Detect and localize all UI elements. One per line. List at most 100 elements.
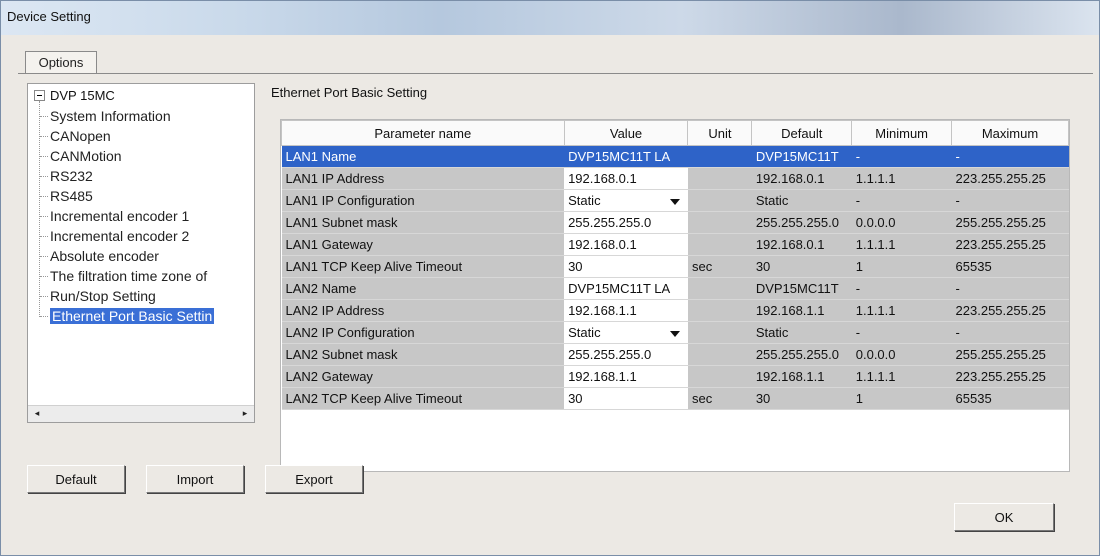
maximum-cell: 255.255.255.25 [951,211,1069,234]
tree-item[interactable]: Absolute encoder [40,248,159,265]
default-cell: 255.255.255.0 [751,343,852,366]
table-row[interactable]: LAN1 IP Address 192.168.0.1 192.168.0.1 1.1… [281,167,1069,190]
minimum-cell: - [851,145,952,168]
default-cell: 192.168.0.1 [751,233,852,256]
default-cell: Static [751,321,852,344]
parameter-table: Parameter name Value Unit Default Minimu… [280,119,1070,472]
value-cell[interactable]: Static [564,321,688,344]
tree-item[interactable]: Run/Stop Setting [40,288,156,305]
table-row[interactable]: LAN2 Subnet mask 255.255.255.0 255.255.255… [281,343,1069,366]
parameter-name-cell: LAN1 IP Configuration [281,189,565,212]
export-button[interactable]: Export [265,465,363,493]
maximum-cell: 223.255.255.25 [951,299,1069,322]
unit-cell [687,343,752,366]
tree-item[interactable]: Ethernet Port Basic Settin [40,308,215,325]
tree-item[interactable]: The filtration time zone of [40,268,207,285]
column-header-minimum[interactable]: Minimum [851,120,953,146]
table-row[interactable]: LAN2 IP Address 192.168.1.1 192.168.1.1 1.1… [281,299,1069,322]
table-row[interactable]: LAN1 TCP Keep Alive Timeout 30 sec 30 1 65535 [281,255,1069,278]
tree-item[interactable]: System Information [40,108,171,125]
maximum-cell: 65535 [951,255,1069,278]
minimum-cell: 1.1.1.1 [851,167,952,190]
tree-item-label: Incremental encoder 1 [50,208,190,224]
scroll-left-icon[interactable]: ◂ [30,407,44,420]
parameter-name-cell: LAN2 Gateway [281,365,565,388]
tree-item-label: CANopen [50,128,111,144]
parameter-name-cell: LAN1 IP Address [281,167,565,190]
default-cell: 192.168.1.1 [751,365,852,388]
table-row[interactable]: LAN2 Name DVP15MC11T LA DVP15MC11T - - [281,277,1069,300]
minimum-cell: 1.1.1.1 [851,233,952,256]
maximum-cell: 255.255.255.25 [951,343,1069,366]
scroll-right-icon[interactable]: ▸ [238,407,252,420]
title-bar[interactable]: Device Setting [1,1,1099,35]
column-header-maximum[interactable]: Maximum [951,120,1069,146]
dropdown-arrow-icon[interactable] [669,199,680,205]
tree-item[interactable]: RS232 [40,168,93,185]
default-cell: 30 [751,387,852,410]
tree-item-label: Absolute encoder [50,248,159,264]
maximum-cell: - [951,277,1069,300]
tree-item-label: The filtration time zone of [50,268,208,284]
default-cell: DVP15MC11T [751,277,852,300]
value-dropdown[interactable]: Static [568,325,688,340]
tree-item[interactable]: CANMotion [40,148,122,165]
maximum-cell: 223.255.255.25 [951,167,1069,190]
section-title: Ethernet Port Basic Setting [271,85,428,100]
collapse-icon[interactable] [34,90,45,101]
table-row[interactable]: LAN2 Gateway 192.168.1.1 192.168.1.1 1.1.1.… [281,365,1069,388]
default-cell: DVP15MC11T [751,145,852,168]
table-row[interactable]: LAN2 IP Configuration Static Static - - [281,321,1069,344]
maximum-cell: - [951,189,1069,212]
maximum-cell: 65535 [951,387,1069,410]
table-row[interactable]: LAN2 TCP Keep Alive Timeout 30 sec 30 1 65535 [281,387,1069,410]
device-setting-window: Device Setting Options DVP 15MC System I… [0,0,1100,556]
unit-cell [687,145,752,168]
tree-item[interactable]: Incremental encoder 1 [40,208,189,225]
unit-cell [687,365,752,388]
tree-item-label: Run/Stop Setting [50,288,156,304]
ok-button[interactable]: OK [954,503,1054,531]
value-cell[interactable]: DVP15MC11T LA [564,145,688,168]
tree-item[interactable]: Incremental encoder 2 [40,228,189,245]
table-body: LAN1 Name DVP15MC11T LA DVP15MC11T - - LAN1 I… [281,145,1069,410]
table-row[interactable]: LAN1 Name DVP15MC11T LA DVP15MC11T - - [281,145,1069,168]
tree-item[interactable]: RS485 [40,188,93,205]
tree-root[interactable]: DVP 15MC [34,88,115,103]
minimum-cell: - [851,189,952,212]
tree-item-label: RS485 [50,188,93,204]
unit-cell: sec [687,255,752,278]
value-cell[interactable]: 255.255.255.0 [564,343,688,366]
value-cell[interactable]: 192.168.0.1 [564,233,688,256]
tree-item[interactable]: CANopen [40,128,111,145]
default-cell: 192.168.1.1 [751,299,852,322]
column-header-unit[interactable]: Unit [687,120,753,146]
tab-divider [18,73,1093,74]
value-cell[interactable]: 192.168.1.1 [564,299,688,322]
import-button[interactable]: Import [146,465,244,493]
tab-options[interactable]: Options [25,51,97,73]
parameter-name-cell: LAN1 Subnet mask [281,211,565,234]
table-row[interactable]: LAN1 Subnet mask 255.255.255.0 255.255.255… [281,211,1069,234]
unit-cell [687,211,752,234]
value-cell[interactable]: 192.168.1.1 [564,365,688,388]
value-cell[interactable]: Static [564,189,688,212]
table-row[interactable]: LAN1 Gateway 192.168.0.1 192.168.0.1 1.1.1.… [281,233,1069,256]
parameter-name-cell: LAN2 TCP Keep Alive Timeout [281,387,565,410]
settings-tree: DVP 15MC System Information CANopen CANMot… [27,83,255,423]
value-cell[interactable]: 30 [564,255,688,278]
value-cell[interactable]: 30 [564,387,688,410]
dropdown-arrow-icon[interactable] [669,331,680,337]
column-header-default[interactable]: Default [751,120,853,146]
tree-horizontal-scrollbar[interactable]: ◂ ▸ [28,405,254,422]
value-cell[interactable]: 255.255.255.0 [564,211,688,234]
table-row[interactable]: LAN1 IP Configuration Static Static - - [281,189,1069,212]
parameter-name-cell: LAN2 IP Configuration [281,321,565,344]
default-button[interactable]: Default [27,465,125,493]
value-cell[interactable]: 192.168.0.1 [564,167,688,190]
unit-cell [687,277,752,300]
value-cell[interactable]: DVP15MC11T LA [564,277,688,300]
column-header-value[interactable]: Value [563,120,689,146]
column-header-parameter-name[interactable]: Parameter name [281,120,565,146]
value-dropdown[interactable]: Static [568,193,688,208]
